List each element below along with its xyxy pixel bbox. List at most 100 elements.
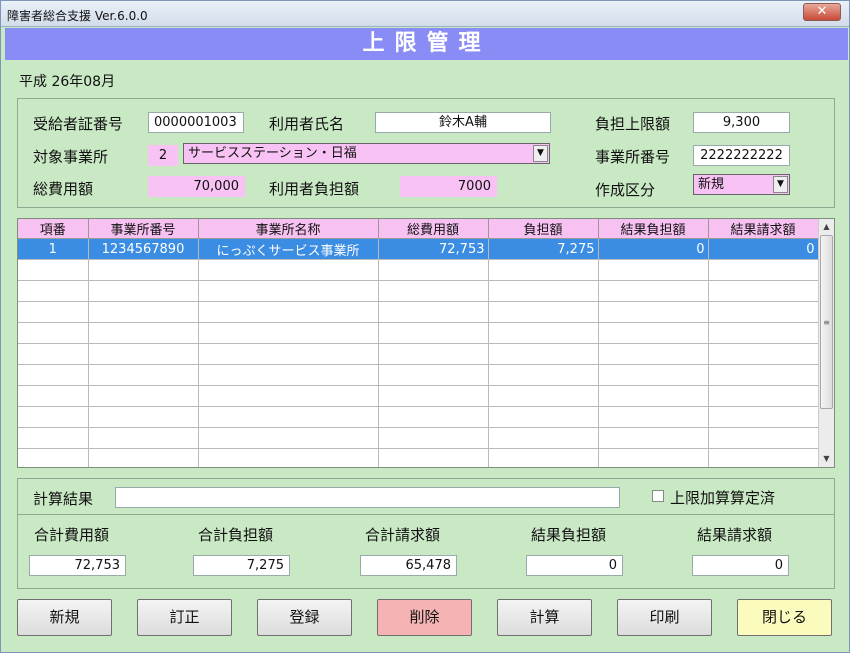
limit-field[interactable]: 9,300 bbox=[693, 112, 790, 133]
table-cell bbox=[18, 259, 89, 281]
total-value-field[interactable]: 7,275 bbox=[193, 555, 290, 576]
table-cell bbox=[598, 343, 709, 365]
recipient-no-label: 受給者証番号 bbox=[33, 115, 124, 133]
table-cell bbox=[598, 301, 709, 323]
table-cell bbox=[708, 259, 819, 281]
grid-column-header[interactable]: 総費用額 bbox=[378, 219, 489, 239]
table-cell bbox=[598, 448, 709, 467]
total-value-field[interactable]: 0 bbox=[526, 555, 623, 576]
table-row[interactable] bbox=[18, 259, 819, 281]
facility-name-select[interactable]: サービスステーション・日福 ▼ bbox=[183, 143, 550, 164]
table-cell bbox=[18, 448, 89, 467]
facility-no-field[interactable]: 2 bbox=[148, 145, 178, 166]
table-cell bbox=[598, 364, 709, 386]
table-cell bbox=[88, 364, 199, 386]
table-cell bbox=[378, 364, 489, 386]
grid-column-header[interactable]: 結果請求額 bbox=[708, 219, 819, 239]
total-value-field[interactable]: 72,753 bbox=[29, 555, 126, 576]
table-row[interactable] bbox=[18, 343, 819, 365]
table-cell bbox=[488, 406, 599, 428]
table-row[interactable] bbox=[18, 427, 819, 449]
edit-button[interactable]: 訂正 bbox=[137, 599, 232, 636]
grid-column-header[interactable]: 事業所番号 bbox=[88, 219, 199, 239]
total-value-field[interactable]: 65,478 bbox=[360, 555, 457, 576]
total-cost-field[interactable]: 70,000 bbox=[148, 176, 245, 197]
table-row[interactable] bbox=[18, 385, 819, 407]
table-cell bbox=[708, 448, 819, 467]
limit-added-label: 上限加算算定済 bbox=[670, 489, 776, 507]
table-cell bbox=[18, 427, 89, 449]
table-cell bbox=[708, 406, 819, 428]
table-row[interactable] bbox=[18, 448, 819, 467]
user-name-field[interactable]: 鈴木A輔 bbox=[375, 112, 551, 133]
table-cell bbox=[378, 322, 489, 344]
result-divider bbox=[18, 514, 834, 515]
grid-column-header[interactable]: 結果負担額 bbox=[598, 219, 709, 239]
facility-code-field[interactable]: 2222222222 bbox=[693, 145, 790, 166]
table-cell bbox=[488, 427, 599, 449]
calculate-button[interactable]: 計算 bbox=[497, 599, 592, 636]
table-cell bbox=[598, 259, 709, 281]
window-close-button[interactable]: ✕ bbox=[803, 3, 841, 21]
total-label: 合計費用額 bbox=[34, 526, 110, 544]
recipient-no-field[interactable]: 0000001003 bbox=[148, 112, 244, 133]
create-type-select[interactable]: 新規 ▼ bbox=[693, 174, 790, 195]
table-cell bbox=[598, 322, 709, 344]
table-cell bbox=[488, 259, 599, 281]
table-cell bbox=[598, 385, 709, 407]
limit-added-checkbox[interactable] bbox=[652, 490, 664, 502]
table-cell bbox=[708, 322, 819, 344]
calc-result-field[interactable] bbox=[115, 487, 620, 508]
main-window: 障害者総合支援 Ver.6.0.0 ✕ 上限管理 平成 26年08月 受給者証番… bbox=[0, 0, 850, 653]
table-row[interactable]: 1 1234567890 にっぷくサービス事業所 72,753 7,275 0 0 bbox=[18, 238, 819, 260]
table-row[interactable] bbox=[18, 301, 819, 323]
grid-column-header[interactable]: 項番 bbox=[18, 219, 89, 239]
table-cell bbox=[378, 301, 489, 323]
grid-scrollbar[interactable]: ▲ ≡ ▼ bbox=[818, 219, 834, 467]
facility-grid[interactable]: 項番 事業所番号 事業所名称 総費用額 負担額 結果負担額 結果請求額 1 123456789… bbox=[17, 218, 835, 468]
table-cell bbox=[488, 343, 599, 365]
grid-column-header[interactable]: 事業所名称 bbox=[198, 219, 379, 239]
table-cell bbox=[88, 343, 199, 365]
table-row[interactable] bbox=[18, 322, 819, 344]
delete-button[interactable]: 削除 bbox=[377, 599, 472, 636]
table-cell bbox=[18, 322, 89, 344]
table-cell bbox=[198, 406, 379, 428]
user-burden-field[interactable]: 7000 bbox=[400, 176, 497, 197]
table-cell bbox=[708, 280, 819, 302]
table-cell bbox=[488, 301, 599, 323]
new-button[interactable]: 新規 bbox=[17, 599, 112, 636]
total-value-field[interactable]: 0 bbox=[692, 555, 789, 576]
window-title: 障害者総合支援 Ver.6.0.0 bbox=[7, 9, 148, 23]
scroll-down-icon[interactable]: ▼ bbox=[819, 451, 834, 467]
table-cell bbox=[88, 280, 199, 302]
grid-header-row: 項番 事業所番号 事業所名称 総費用額 負担額 結果負担額 結果請求額 bbox=[18, 219, 819, 239]
title-bar: 障害者総合支援 Ver.6.0.0 ✕ bbox=[1, 1, 849, 27]
table-row[interactable] bbox=[18, 364, 819, 386]
table-cell bbox=[18, 280, 89, 302]
scroll-up-icon[interactable]: ▲ bbox=[819, 219, 834, 235]
table-cell bbox=[488, 364, 599, 386]
register-button[interactable]: 登録 bbox=[257, 599, 352, 636]
table-cell bbox=[198, 427, 379, 449]
user-name-label: 利用者氏名 bbox=[269, 115, 345, 133]
table-cell bbox=[378, 343, 489, 365]
period-label: 平成 26年08月 bbox=[19, 74, 116, 90]
table-cell bbox=[18, 385, 89, 407]
close-button[interactable]: 閉じる bbox=[737, 599, 832, 636]
calc-result-label: 計算結果 bbox=[33, 490, 94, 508]
total-label: 合計負担額 bbox=[198, 526, 274, 544]
facility-name-value: サービスステーション・日福 bbox=[188, 146, 357, 161]
table-cell bbox=[18, 343, 89, 365]
table-cell bbox=[88, 322, 199, 344]
user-burden-label: 利用者負担額 bbox=[269, 180, 360, 198]
table-cell bbox=[708, 364, 819, 386]
grid-column-header[interactable]: 負担額 bbox=[488, 219, 599, 239]
table-row[interactable] bbox=[18, 406, 819, 428]
page-title: 上限管理 bbox=[5, 28, 848, 60]
chevron-down-icon: ▼ bbox=[533, 145, 548, 162]
table-cell bbox=[88, 259, 199, 281]
scroll-thumb[interactable]: ≡ bbox=[820, 235, 833, 409]
table-row[interactable] bbox=[18, 280, 819, 302]
print-button[interactable]: 印刷 bbox=[617, 599, 712, 636]
